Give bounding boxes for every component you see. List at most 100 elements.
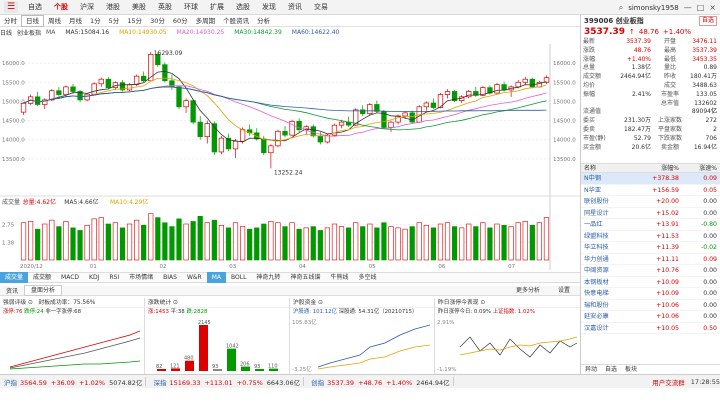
settings-link[interactable]: 设置 xyxy=(552,286,576,296)
stock-name[interactable]: 华力创通 xyxy=(581,254,627,265)
stock-list-row[interactable]: 延安必康 +10.06 0.00 xyxy=(581,311,720,323)
stock-change: +13.91 xyxy=(656,221,679,228)
top-nav-item[interactable]: 港股 xyxy=(100,0,126,15)
top-nav-item[interactable]: 英股 xyxy=(152,0,178,15)
period-tab[interactable]: 60分 xyxy=(169,15,192,27)
stock-list-row[interactable]: N中钢 +378.38 0.09 xyxy=(581,173,720,185)
stock-name[interactable]: 延安必康 xyxy=(581,311,627,322)
tab-market-analysis[interactable]: 盘面分析 xyxy=(24,285,63,296)
stock-name[interactable]: N中钢 xyxy=(581,173,627,184)
search-icon[interactable]: ⌕ xyxy=(619,3,623,13)
stock-list-row[interactable]: 华力创通 +11.11 0.09 xyxy=(581,254,720,265)
close-button[interactable]: × xyxy=(709,3,716,12)
subpanel-strength[interactable]: 强弱评级 ⊙ 封板成功率：75.56% 涨停:76 跌停:24 非一字涨停:68 xyxy=(0,298,145,374)
volume-bar xyxy=(466,223,472,261)
indicator-tab[interactable]: W&R xyxy=(182,272,207,283)
indicator-tab[interactable]: BOLL xyxy=(226,272,251,283)
stock-name[interactable]: 本钢板材 xyxy=(581,277,627,288)
period-tab[interactable]: 5分 xyxy=(105,15,124,27)
indicator-tab[interactable]: 多空线 xyxy=(353,272,381,283)
minimize-button[interactable]: — xyxy=(684,3,692,12)
stock-list-row[interactable]: 华立科技 +11.39 -0.02 xyxy=(581,242,720,254)
top-nav-item[interactable]: 发现 xyxy=(256,0,282,15)
stock-name[interactable]: N华亚 xyxy=(581,185,627,196)
index-ticker[interactable]: 沪指 3564.59 +36.09 +1.02% 5074.82亿 xyxy=(4,377,142,387)
indicator-tab[interactable]: KDJ xyxy=(84,272,104,283)
indicator-tab[interactable]: 牛熊线 xyxy=(325,272,353,283)
stock-list-row[interactable]: 中闽资源 +10.76 0.00 xyxy=(581,265,720,277)
indicator-tab[interactable]: MACD xyxy=(56,272,84,283)
header-name[interactable]: 名称 xyxy=(581,164,627,172)
indicator-tab[interactable]: MA xyxy=(206,272,226,283)
top-nav-item[interactable]: 环球 xyxy=(178,0,204,15)
kline-chart-area[interactable]: 16000.0 16000.0 15500.0 15500.0 15000.0 15000… xyxy=(0,38,580,270)
index-name[interactable]: 创指 xyxy=(311,379,324,387)
tab-watchlist[interactable]: 自选 xyxy=(601,365,621,374)
stock-name[interactable]: 绿盟科技 xyxy=(581,231,627,242)
header-change[interactable]: 涨幅% xyxy=(627,164,679,172)
stock-list-row[interactable]: 一品红 +13.91 -0.80 xyxy=(581,219,720,231)
kline-svg[interactable]: 16000.0 16000.015500.0 15500.015000.0 15000… xyxy=(0,38,580,270)
stock-name[interactable]: 华立科技 xyxy=(581,242,627,253)
tab-alerts[interactable]: 异动 xyxy=(581,365,601,374)
index-ticker[interactable]: 创指 3537.39 +48.76 +1.40% 2464.94亿 xyxy=(311,377,449,387)
period-tab[interactable]: 月线 xyxy=(65,15,86,27)
stock-list-row[interactable]: 绿盟科技 +11.53 0.00 xyxy=(581,231,720,242)
indicator-tab[interactable]: 成交额 xyxy=(28,272,56,283)
top-nav-item[interactable]: 沪深 xyxy=(74,0,100,15)
header-speed[interactable]: 涨速% xyxy=(679,164,717,172)
stock-list-row[interactable]: 同星设计 +15.02 0.00 xyxy=(581,208,720,219)
indicator-tab[interactable]: BIAS xyxy=(158,272,182,283)
subpanel-northbound[interactable]: 沪股资金 ⊙ 沪股通: 101.12亿 深股通: 54.31亿（20210715… xyxy=(290,298,435,374)
indicator-tab[interactable]: 神奇九转 xyxy=(251,272,285,283)
period-tab[interactable]: 日线 xyxy=(21,14,44,27)
top-nav-item[interactable]: 扩展 xyxy=(204,0,230,15)
index-name[interactable]: 沪指 xyxy=(4,379,17,387)
top-nav-item[interactable]: 美股 xyxy=(126,0,152,15)
period-tab[interactable]: 多周期 xyxy=(192,15,220,27)
tab-news[interactable]: 资讯 xyxy=(0,286,24,295)
period-tab[interactable]: 分析 xyxy=(253,15,274,27)
stock-list-row[interactable]: 快意电梯 +10.09 0.00 xyxy=(581,288,720,300)
top-nav-item[interactable]: 选股 xyxy=(230,0,256,15)
username[interactable]: simonsky1958 xyxy=(628,4,679,12)
add-watchlist-button[interactable]: 自选 xyxy=(698,15,717,26)
tab-sectors[interactable]: 板块 xyxy=(621,365,641,374)
volume-bar xyxy=(112,222,118,261)
stock-list-row[interactable]: N华亚 +156.59 0.05 xyxy=(581,185,720,196)
index-label[interactable]: 创业板指 xyxy=(17,28,41,37)
more-analysis-link[interactable]: 更多分析 xyxy=(510,286,546,296)
quote-stat-cell: 3537.39 xyxy=(692,46,717,54)
stock-name[interactable]: 同星设计 xyxy=(581,208,627,219)
stock-name[interactable]: 联创股份 xyxy=(581,196,627,207)
indicator-tab[interactable]: 神奇五线谱 xyxy=(285,272,325,283)
stock-name[interactable]: 瑞和股份 xyxy=(581,300,627,311)
period-tab[interactable]: 个股资讯 xyxy=(219,15,253,27)
maximize-button[interactable]: □ xyxy=(697,3,705,12)
top-nav-item[interactable]: 交易 xyxy=(308,0,334,15)
period-tab[interactable]: 分时 xyxy=(0,15,21,27)
top-nav-item[interactable]: 个股 xyxy=(48,0,74,15)
indicator-tab[interactable]: RSI xyxy=(104,272,124,283)
index-ticker[interactable]: 深指 15169.33 +113.01 +0.75% 6643.06亿 xyxy=(153,377,300,387)
period-tab[interactable]: 1分 xyxy=(86,15,105,27)
top-nav-item[interactable]: 自选 xyxy=(22,0,48,15)
stock-name[interactable]: 一品红 xyxy=(581,219,627,230)
index-name[interactable]: 深指 xyxy=(153,379,166,387)
indicator-tab[interactable]: 市场情绪 xyxy=(124,272,158,283)
stock-list-row[interactable]: 联创股份 +20.00 0.00 xyxy=(581,196,720,208)
period-tab[interactable]: 周线 xyxy=(44,15,65,27)
period-tab[interactable]: 30分 xyxy=(146,15,169,27)
stock-list-row[interactable]: 瑞和股份 +10.06 0.00 xyxy=(581,300,720,311)
top-nav-item[interactable]: 资讯 xyxy=(282,0,308,15)
subpanel-limitup-today[interactable]: 昨日涨停今表现 ⊙ 昨日涨停今日: 0.09% 上证指数: 1.02% 2.91… xyxy=(435,298,580,374)
stock-list-row[interactable]: 汉嘉设计 +10.05 0.50 xyxy=(581,323,720,334)
stock-name[interactable]: 快意电梯 xyxy=(581,288,627,299)
stock-name[interactable]: 汉嘉设计 xyxy=(581,323,627,334)
indicator-tab[interactable]: 成交量 xyxy=(0,272,29,283)
subpanel-updown-stats[interactable]: 涨跌统计 ⊙ 涨:1453 平:38 跌:2828 82 121 480 2145 93… xyxy=(145,298,290,374)
stock-list-row[interactable]: 本钢板材 +10.09 0.00 xyxy=(581,277,720,288)
stock-name[interactable]: 中闽资源 xyxy=(581,265,627,276)
period-tab[interactable]: 15分 xyxy=(123,15,146,27)
user-group-link[interactable]: 用户交流群 xyxy=(652,377,685,387)
